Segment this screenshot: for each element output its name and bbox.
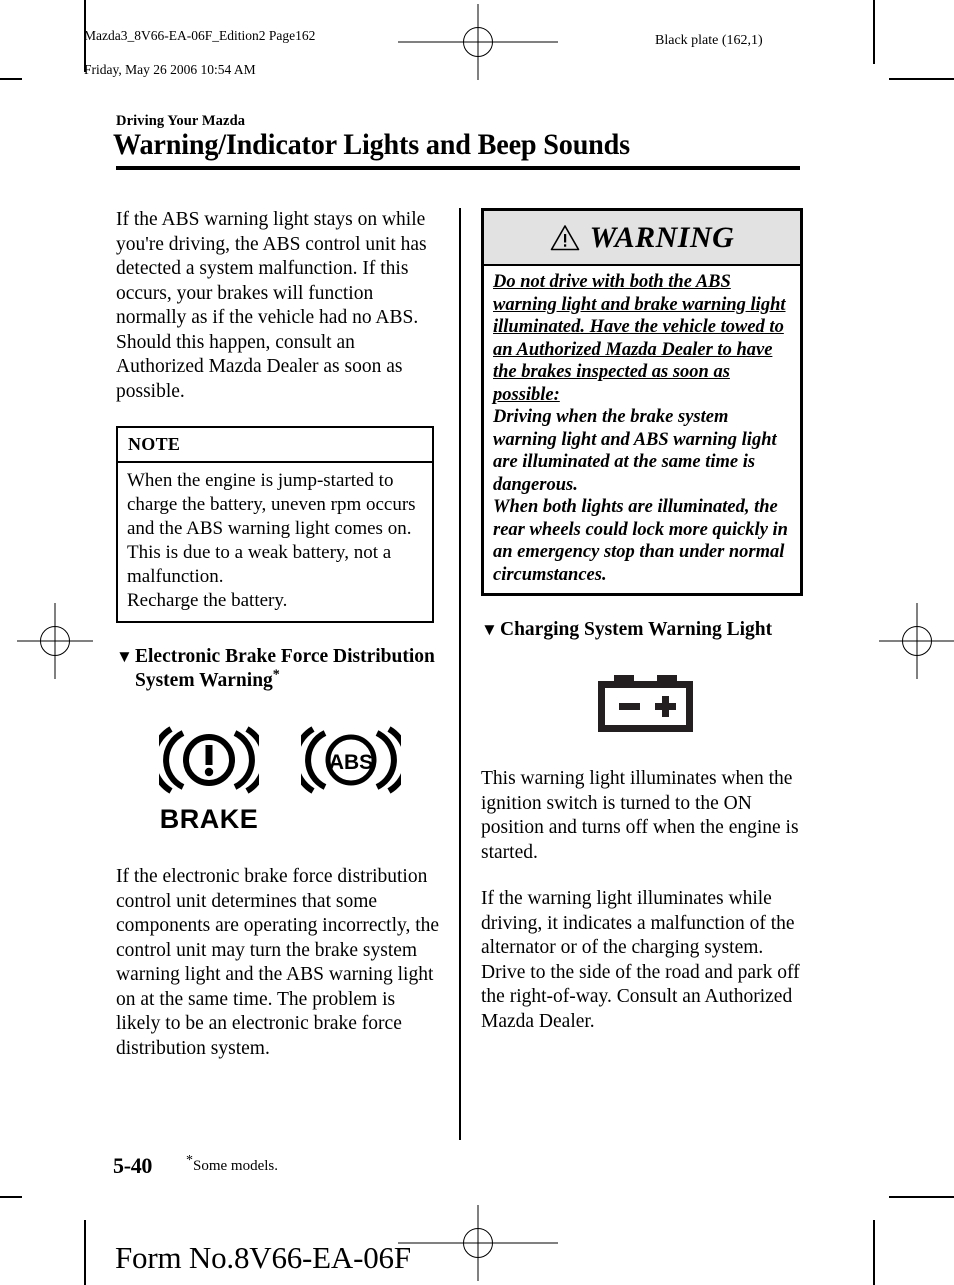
abs-intro-paragraph: If the ABS warning light stays on while … [116, 209, 427, 328]
column-divider [459, 208, 461, 1140]
section-heading-charging: ▼ Charging System Warning Light [481, 618, 809, 642]
note-line-2: Recharge the battery. [127, 590, 288, 611]
left-column: If the ABS warning light stays on while … [116, 208, 444, 1061]
warning-paragraph-1: Driving when the brake system warning li… [493, 407, 777, 495]
note-box-heading: NOTE [118, 428, 432, 463]
warning-box-body: Do not drive with both the ABS warning l… [484, 266, 800, 593]
form-number: Form No.8V66-EA-06F [115, 1240, 411, 1275]
section-heading-charging-label: Charging System Warning Light [500, 619, 773, 640]
footnote-marker-icon: * [272, 667, 280, 683]
warning-underlined-text: Do not drive with both the ABS warning l… [493, 272, 786, 405]
right-column: WARNING Do not drive with both the ABS w… [481, 208, 809, 1034]
footnote: *Some models. [186, 1154, 278, 1175]
abs-intro-paragraph2: Should this happen, consult an Authorize… [116, 331, 403, 402]
page-title: Warning/Indicator Lights and Beep Sounds [113, 128, 630, 161]
warning-box: WARNING Do not drive with both the ABS w… [481, 208, 803, 596]
warning-box-title: WARNING [589, 220, 735, 254]
brake-warning-indicator: BRAKE [150, 723, 268, 835]
footnote-star-icon: * [186, 1153, 193, 1168]
section-heading-ebd-label: Electronic Brake Force Distribution Syst… [135, 646, 435, 691]
title-rule [116, 166, 800, 170]
abs-warning-indicator: ABS [292, 723, 410, 802]
page-content: Driving Your Mazda Warning/Indicator Lig… [0, 0, 954, 1285]
charging-indicator-wrap [481, 672, 809, 737]
ebd-body-paragraph: If the electronic brake force distributi… [116, 866, 440, 1059]
battery-charging-indicator [597, 672, 694, 737]
charging-paragraph-2: If the warning light illuminates while d… [481, 888, 800, 1032]
section-heading-ebd: ▼ Electronic Brake Force Distribution Sy… [116, 645, 444, 693]
warning-paragraph-2: When both lights are illuminated, the re… [493, 497, 788, 585]
triangle-bullet-icon: ▼ [116, 647, 133, 666]
warning-box-header: WARNING [484, 211, 800, 266]
indicator-icon-row: BRAKE ABS [116, 723, 444, 835]
svg-text:ABS: ABS [329, 751, 373, 774]
page-number: 5-40 [113, 1153, 153, 1178]
footnote-text: Some models. [193, 1158, 278, 1174]
note-box: NOTE When the engine is jump-started to … [116, 426, 434, 623]
note-box-body: When the engine is jump-started to charg… [118, 463, 432, 621]
brake-indicator-label: BRAKE [159, 804, 259, 834]
warning-triangle-icon [550, 225, 579, 251]
note-line-1: When the engine is jump-started to charg… [127, 470, 416, 587]
triangle-bullet-icon: ▼ [481, 620, 498, 639]
charging-paragraph-1: This warning light illuminates when the … [481, 768, 799, 863]
